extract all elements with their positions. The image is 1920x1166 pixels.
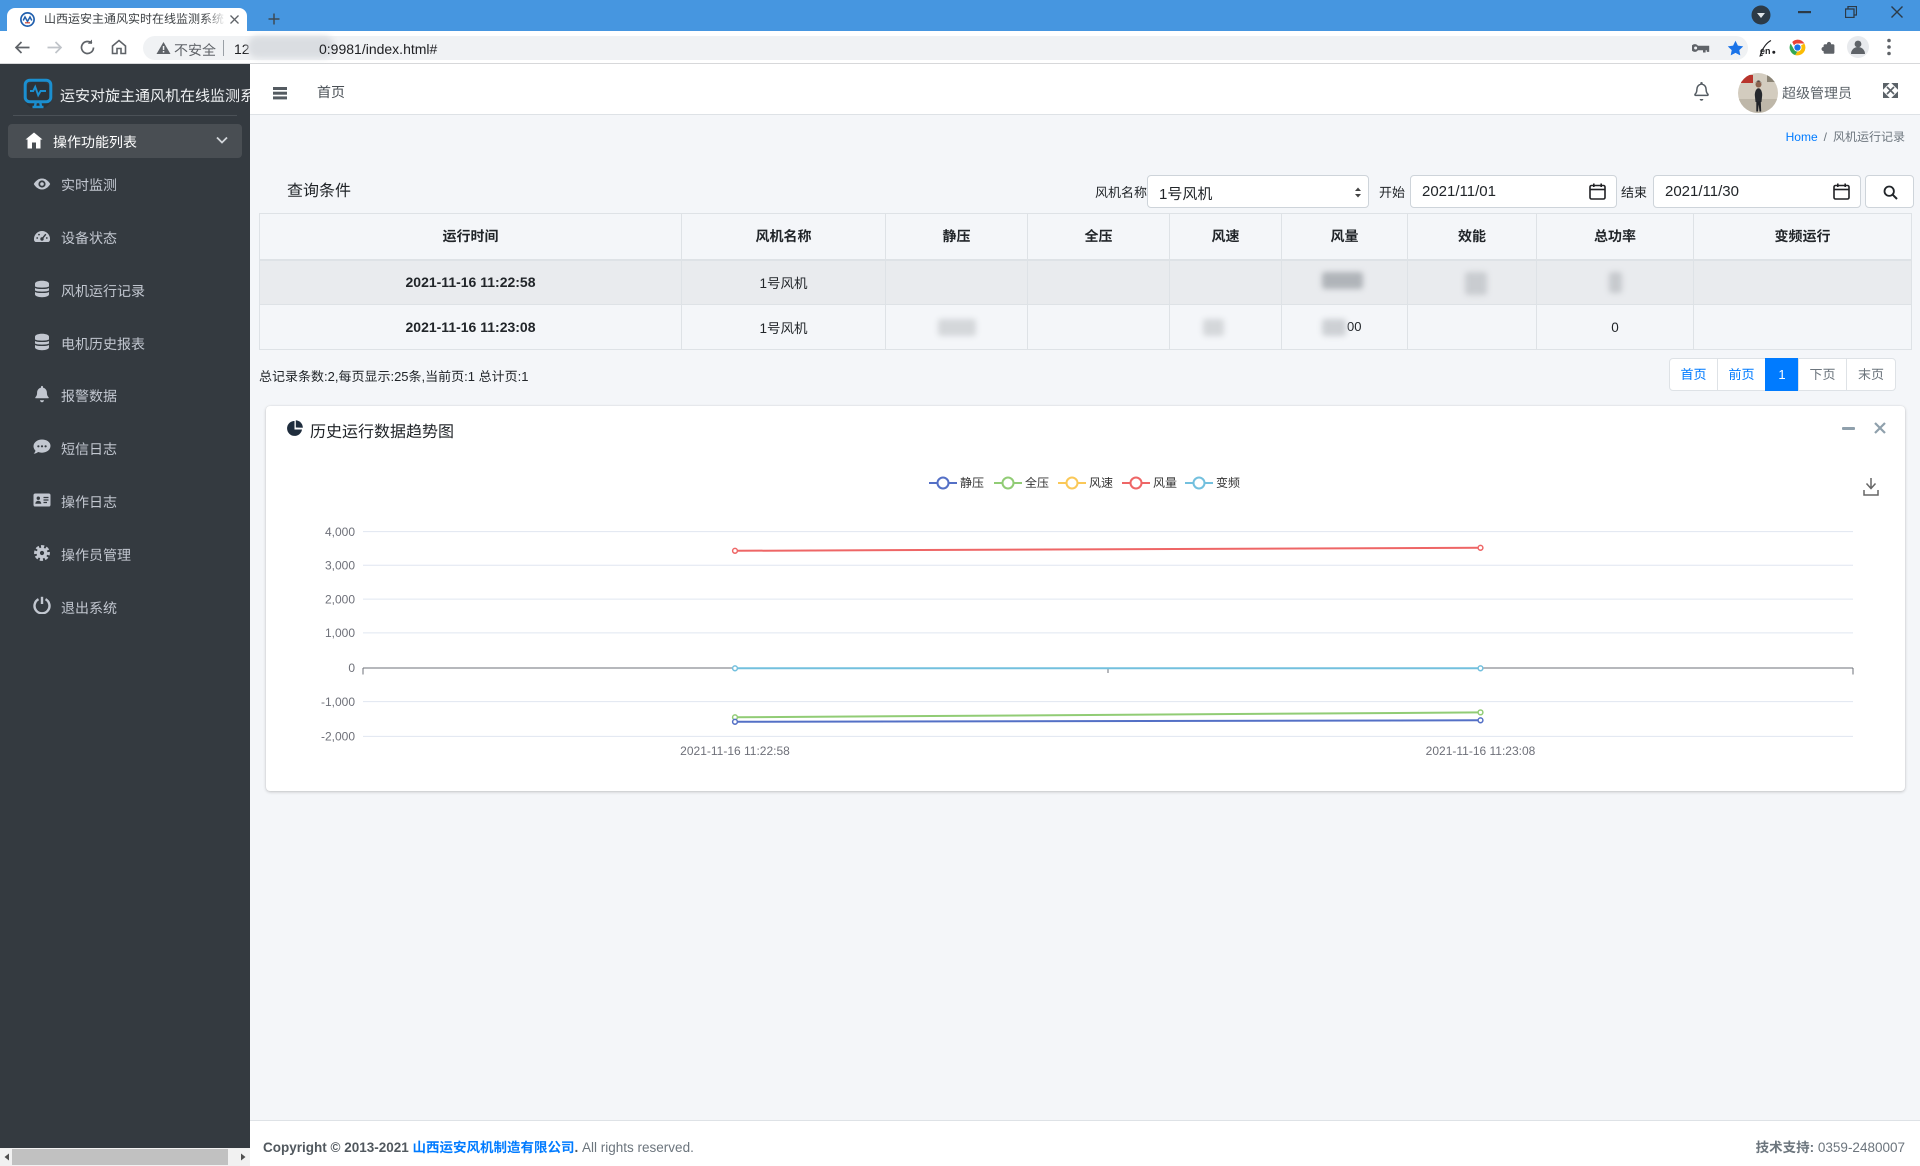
svg-text:风速: 风速 [1089, 476, 1113, 490]
svg-text:-2,000: -2,000 [321, 730, 355, 744]
svg-text:2021-11-16 11:22:58: 2021-11-16 11:22:58 [680, 744, 790, 758]
svg-text:1,000: 1,000 [325, 626, 355, 640]
svg-text:风量: 风量 [1153, 476, 1177, 490]
svg-text:静压: 静压 [960, 476, 984, 490]
svg-text:3,000: 3,000 [325, 558, 355, 572]
svg-text:2,000: 2,000 [325, 592, 355, 606]
svg-text:全压: 全压 [1025, 476, 1049, 490]
svg-text:-1,000: -1,000 [321, 695, 355, 709]
svg-text:0: 0 [348, 661, 355, 675]
svg-text:变频: 变频 [1216, 476, 1240, 490]
svg-text:2021-11-16 11:23:08: 2021-11-16 11:23:08 [1426, 744, 1536, 758]
svg-text:4,000: 4,000 [325, 525, 355, 539]
